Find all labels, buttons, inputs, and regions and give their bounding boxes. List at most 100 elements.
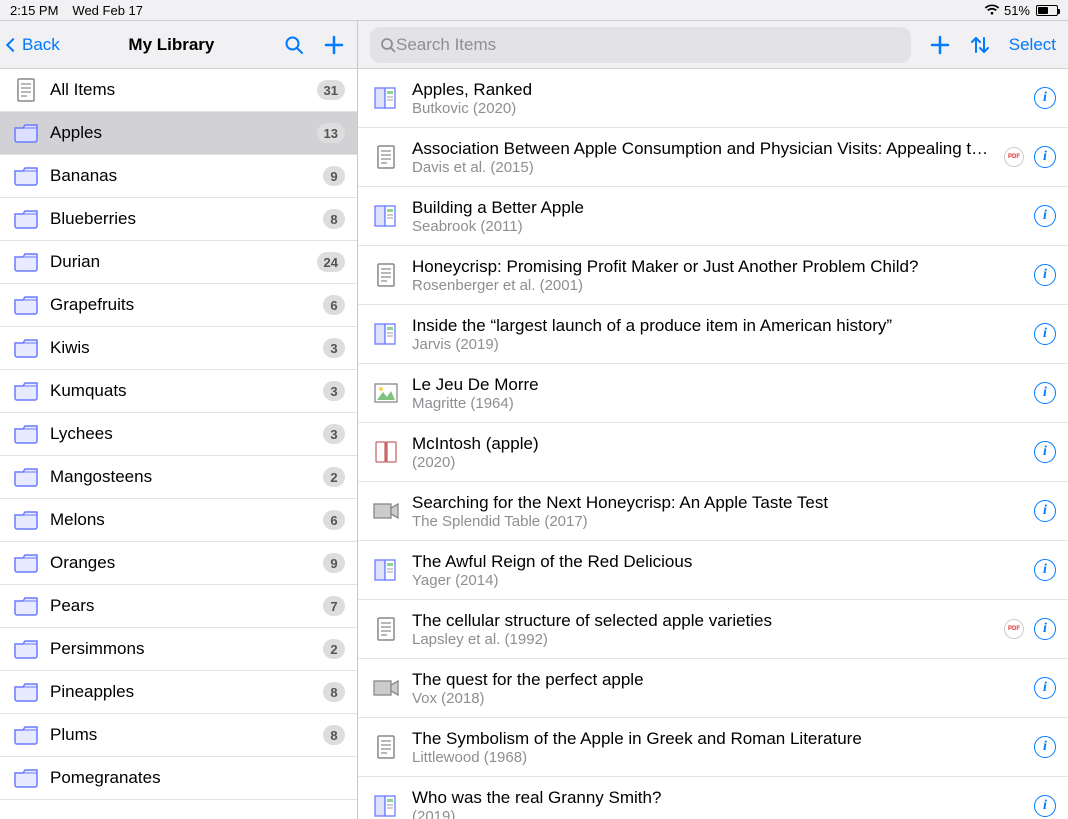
status-time: 2:15 PM [10,3,58,18]
folder-icon [12,681,40,703]
sidebar-item-plums[interactable]: Plums 8 [0,714,357,757]
info-button[interactable]: i [1034,500,1056,522]
pdf-badge-icon: PDF [1004,619,1024,639]
item-row[interactable]: The cellular structure of selected apple… [358,600,1068,659]
item-row[interactable]: Association Between Apple Consumption an… [358,128,1068,187]
status-bar: 2:15 PM Wed Feb 17 51% [0,0,1068,20]
item-title: Building a Better Apple [412,198,1026,218]
info-button[interactable]: i [1034,87,1056,109]
sidebar-item-persimmons[interactable]: Persimmons 2 [0,628,357,671]
item-title: Who was the real Granny Smith? [412,788,1026,808]
sort-button[interactable] [969,34,991,56]
add-item-button[interactable] [929,34,951,56]
item-row[interactable]: The quest for the perfect apple Vox (201… [358,659,1068,718]
count-badge: 9 [323,553,345,573]
item-title: The Awful Reign of the Red Delicious [412,552,1026,572]
item-title: Apples, Ranked [412,80,1026,100]
document-icon [12,77,40,103]
info-button[interactable]: i [1034,441,1056,463]
sidebar-item-label: Pineapples [50,682,323,702]
item-subtitle: Yager (2014) [412,572,1026,589]
sidebar-item-bananas[interactable]: Bananas 9 [0,155,357,198]
folder-icon [12,337,40,359]
item-title: McIntosh (apple) [412,434,1026,454]
item-title: Le Jeu De Morre [412,375,1026,395]
item-subtitle: Lapsley et al. (1992) [412,631,996,648]
item-row[interactable]: Building a Better Apple Seabrook (2011) … [358,187,1068,246]
folder-list[interactable]: All Items 31 Apples 13 Bananas 9 Blueber… [0,69,357,819]
info-button[interactable]: i [1034,146,1056,168]
info-button[interactable]: i [1034,677,1056,699]
sidebar-item-pears[interactable]: Pears 7 [0,585,357,628]
sidebar-item-oranges[interactable]: Oranges 9 [0,542,357,585]
item-subtitle: The Splendid Table (2017) [412,513,1026,530]
sidebar-item-label: Plums [50,725,323,745]
item-subtitle: (2020) [412,454,1026,471]
count-badge: 13 [317,123,345,143]
item-row[interactable]: Searching for the Next Honeycrisp: An Ap… [358,482,1068,541]
item-row[interactable]: Inside the “largest launch of a produce … [358,305,1068,364]
sidebar-item-pineapples[interactable]: Pineapples 8 [0,671,357,714]
info-button[interactable]: i [1034,264,1056,286]
item-title: The Symbolism of the Apple in Greek and … [412,729,1026,749]
sidebar-item-label: Kiwis [50,338,323,358]
search-icon[interactable] [283,34,305,56]
sidebar-item-grapefruits[interactable]: Grapefruits 6 [0,284,357,327]
folder-icon [12,122,40,144]
item-row[interactable]: The Symbolism of the Apple in Greek and … [358,718,1068,777]
info-button[interactable]: i [1034,205,1056,227]
search-field[interactable] [370,27,911,63]
add-collection-button[interactable] [323,34,345,56]
item-subtitle: Magritte (1964) [412,395,1026,412]
sidebar-item-durian[interactable]: Durian 24 [0,241,357,284]
info-button[interactable]: i [1034,323,1056,345]
folder-icon [12,466,40,488]
info-button[interactable]: i [1034,736,1056,758]
info-button[interactable]: i [1034,559,1056,581]
item-row[interactable]: Le Jeu De Morre Magritte (1964) i [358,364,1068,423]
sidebar-item-blueberries[interactable]: Blueberries 8 [0,198,357,241]
item-row[interactable]: The Awful Reign of the Red Delicious Yag… [358,541,1068,600]
item-list[interactable]: Apples, Ranked Butkovic (2020) i Associa… [358,69,1068,819]
sidebar-item-kiwis[interactable]: Kiwis 3 [0,327,357,370]
sidebar-item-pomegranates[interactable]: Pomegranates [0,757,357,800]
item-title: Honeycrisp: Promising Profit Maker or Ju… [412,257,1026,277]
sidebar-item-apples[interactable]: Apples 13 [0,112,357,155]
item-row[interactable]: Apples, Ranked Butkovic (2020) i [358,69,1068,128]
folder-icon [12,552,40,574]
count-badge: 31 [317,80,345,100]
sidebar-item-all-items[interactable]: All Items 31 [0,69,357,112]
item-row[interactable]: McIntosh (apple) (2020) i [358,423,1068,482]
back-button[interactable]: Back [8,35,60,55]
search-input[interactable] [396,35,901,55]
chevron-left-icon [6,37,20,51]
count-badge: 9 [323,166,345,186]
sidebar-item-label: Durian [50,252,317,272]
search-icon [380,37,396,53]
battery-icon [1036,5,1058,16]
count-badge: 7 [323,596,345,616]
folder-icon [12,638,40,660]
sidebar-item-lychees[interactable]: Lychees 3 [0,413,357,456]
item-row[interactable]: Honeycrisp: Promising Profit Maker or Ju… [358,246,1068,305]
item-type-icon [366,321,406,347]
count-badge: 6 [323,510,345,530]
sidebar-item-mangosteens[interactable]: Mangosteens 2 [0,456,357,499]
info-button[interactable]: i [1034,382,1056,404]
item-subtitle: Seabrook (2011) [412,218,1026,235]
select-button[interactable]: Select [1009,35,1056,55]
info-button[interactable]: i [1034,618,1056,640]
sidebar-item-label: Melons [50,510,323,530]
item-row[interactable]: Who was the real Granny Smith? (2019) i [358,777,1068,819]
sidebar-item-kumquats[interactable]: Kumquats 3 [0,370,357,413]
content-pane: Select Apples, Ranked Butkovic (2020) i … [358,21,1068,819]
item-title: The quest for the perfect apple [412,670,1026,690]
folder-icon [12,509,40,531]
item-type-icon [366,501,406,521]
info-button[interactable]: i [1034,795,1056,817]
sidebar-item-melons[interactable]: Melons 6 [0,499,357,542]
item-type-icon [366,793,406,819]
item-subtitle: Vox (2018) [412,690,1026,707]
item-title: Inside the “largest launch of a produce … [412,316,1026,336]
count-badge: 3 [323,338,345,358]
